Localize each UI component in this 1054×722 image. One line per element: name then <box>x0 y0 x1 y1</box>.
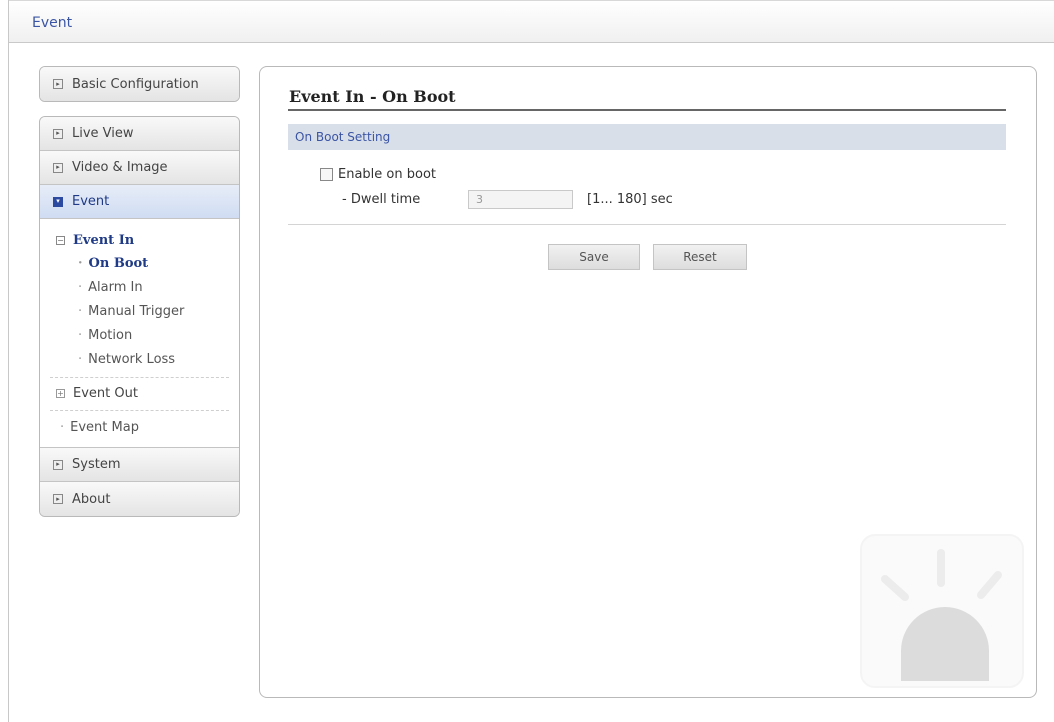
bullet-icon: · <box>60 419 65 435</box>
sidebar: ▸ Basic Configuration ▸ Live View ▸ Vide… <box>39 66 240 517</box>
title-bar: Event <box>9 0 1054 43</box>
nav-arrow-down-icon: ▾ <box>53 196 63 207</box>
bullet-icon: · <box>78 279 83 295</box>
divider <box>288 224 1006 225</box>
dwell-time-label: - Dwell time <box>342 192 421 207</box>
nav-arrow-icon: ▸ <box>53 79 63 89</box>
submenu-item-label: On Boot <box>88 255 149 271</box>
sidebar-item-event[interactable]: ▾ Event <box>40 185 239 219</box>
bullet-icon: · <box>78 327 83 343</box>
dwell-time-row: - Dwell time [1... 180] sec <box>342 190 673 209</box>
submenu-group-event-in[interactable]: − Event In <box>40 229 239 251</box>
submenu-group-event-out[interactable]: + Event Out <box>40 382 239 404</box>
divider <box>50 410 229 411</box>
sidebar-main-box: ▸ Live View ▸ Video & Image ▾ Event − Ev… <box>39 116 240 517</box>
submenu-item-event-map[interactable]: · Event Map <box>40 415 239 439</box>
submenu-item-on-boot[interactable]: · On Boot <box>40 251 239 275</box>
nav-arrow-icon: ▸ <box>53 459 63 470</box>
submenu-item-network-loss[interactable]: · Network Loss <box>40 347 239 371</box>
sidebar-basic-box: ▸ Basic Configuration <box>39 66 240 102</box>
enable-on-boot-row: Enable on boot <box>320 167 436 182</box>
nav-arrow-icon: ▸ <box>53 494 63 504</box>
sidebar-item-basic-configuration[interactable]: ▸ Basic Configuration <box>40 67 239 101</box>
sidebar-item-label: Video & Image <box>72 160 168 175</box>
collapse-icon[interactable]: − <box>56 235 65 245</box>
section-header: On Boot Setting <box>288 124 1006 150</box>
sidebar-item-video-image[interactable]: ▸ Video & Image <box>40 151 239 185</box>
expand-icon[interactable]: + <box>56 388 65 398</box>
enable-on-boot-label: Enable on boot <box>338 167 436 182</box>
sidebar-item-label: Event <box>72 194 110 209</box>
submenu-item-alarm-in[interactable]: · Alarm In <box>40 275 239 299</box>
event-submenu: − Event In · On Boot · Alarm In · Manual… <box>40 219 239 448</box>
content-panel: Event In - On Boot On Boot Setting Enabl… <box>259 66 1037 698</box>
page-title: Event In - On Boot <box>289 87 456 106</box>
sidebar-item-about[interactable]: ▸ About <box>40 482 239 516</box>
nav-arrow-icon: ▸ <box>53 162 63 173</box>
divider <box>50 377 229 378</box>
submenu-item-motion[interactable]: · Motion <box>40 323 239 347</box>
dwell-time-input[interactable] <box>468 190 573 209</box>
page-header-title: Event <box>32 15 73 31</box>
sidebar-item-live-view[interactable]: ▸ Live View <box>40 117 239 151</box>
alarm-light-icon <box>860 534 1024 688</box>
submenu-item-label: Event Map <box>70 419 139 435</box>
sidebar-item-label: System <box>72 457 121 472</box>
bullet-icon: · <box>78 303 83 319</box>
enable-on-boot-checkbox[interactable] <box>320 168 333 181</box>
bullet-icon: · <box>78 351 83 367</box>
dwell-time-range: [1... 180] sec <box>587 192 673 207</box>
sidebar-item-label: About <box>72 491 111 507</box>
bullet-icon: · <box>78 255 83 271</box>
nav-arrow-icon: ▸ <box>53 128 63 139</box>
reset-button[interactable]: Reset <box>653 244 747 270</box>
title-underline <box>288 109 1006 111</box>
sidebar-item-label: Basic Configuration <box>72 76 199 92</box>
submenu-item-label: Motion <box>88 327 133 343</box>
sidebar-item-label: Live View <box>72 126 134 141</box>
submenu-group-label: Event In <box>73 232 135 248</box>
submenu-item-label: Manual Trigger <box>88 303 185 319</box>
app-frame: Event ▸ Basic Configuration ▸ Live View … <box>8 0 1054 722</box>
save-button[interactable]: Save <box>548 244 640 270</box>
submenu-item-manual-trigger[interactable]: · Manual Trigger <box>40 299 239 323</box>
submenu-item-label: Alarm In <box>88 279 143 295</box>
submenu-item-label: Network Loss <box>88 351 176 367</box>
sidebar-item-system[interactable]: ▸ System <box>40 448 239 482</box>
submenu-group-label: Event Out <box>73 385 138 401</box>
